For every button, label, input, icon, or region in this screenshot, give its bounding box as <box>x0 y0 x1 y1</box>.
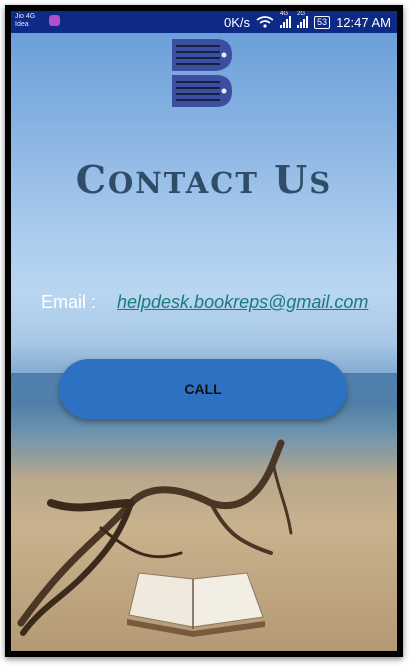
app-screen: Jio 4G Idea 0K/s 4G 2G 53 12:47 AM CONTA… <box>11 11 397 651</box>
notification-app-icon <box>49 15 60 26</box>
wifi-icon <box>256 16 274 28</box>
signal-icon-1: 4G <box>280 11 292 28</box>
signal-1-tag: 4G <box>280 11 289 17</box>
carrier-2: Idea <box>15 21 29 28</box>
clock: 12:47 AM <box>336 14 391 30</box>
network-speed: 0K/s <box>224 14 251 30</box>
title-rest-1: ONTACT <box>107 166 259 200</box>
carrier-1: Jio 4G <box>15 13 36 20</box>
call-button[interactable]: CALL <box>59 359 347 419</box>
title-cap-u: U <box>274 157 310 202</box>
driftwood-book-image <box>17 439 293 637</box>
bookreps-logo <box>172 39 232 107</box>
page-title: CONTACT US <box>11 157 397 202</box>
status-indicators: 0K/s 4G 2G 53 12:47 AM <box>224 11 391 33</box>
email-label: Email : <box>41 292 97 312</box>
battery-icon: 53 <box>314 15 331 29</box>
signal-2-tag: 2G <box>297 11 306 17</box>
title-rest-2: S <box>309 166 333 200</box>
carrier-labels: Jio 4G Idea <box>15 13 35 29</box>
signal-icon-2: 2G <box>297 11 309 28</box>
email-link[interactable]: helpdesk.bookreps@gmail.com <box>117 292 368 313</box>
title-cap-c: C <box>75 157 108 202</box>
status-bar: Jio 4G Idea 0K/s 4G 2G 53 12:47 AM <box>11 11 397 33</box>
